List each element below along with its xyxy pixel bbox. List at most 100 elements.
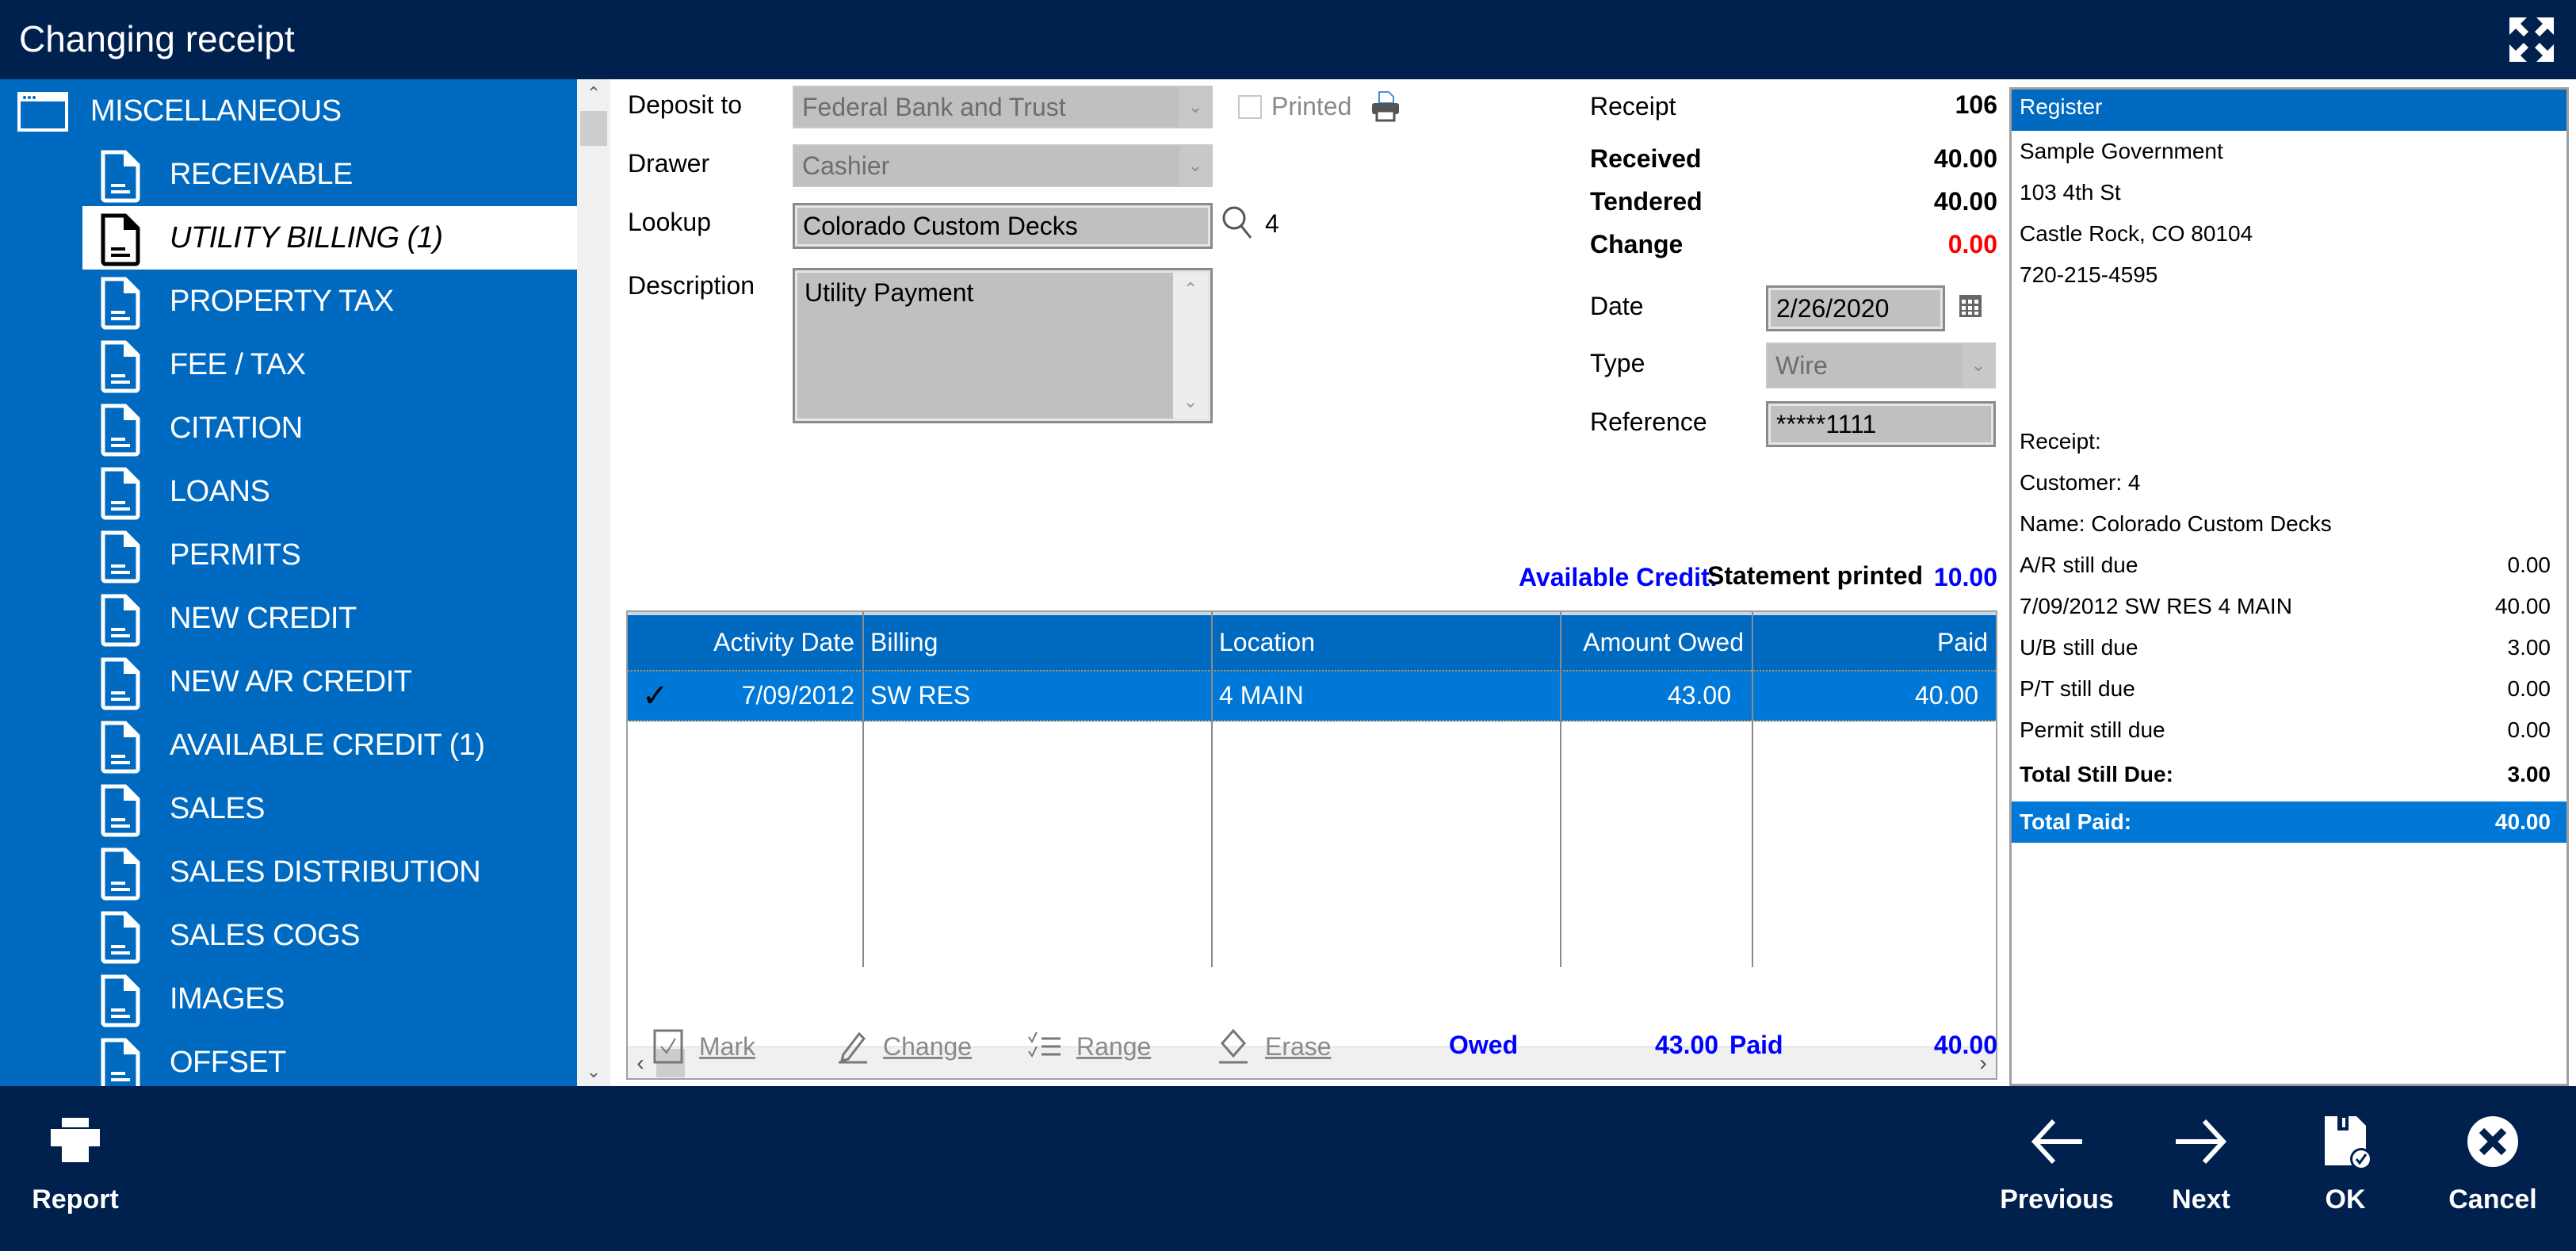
sidebar-item-miscellaneous[interactable]: MISCELLANEOUS	[0, 79, 577, 143]
column-header-activity-date[interactable]: Activity Date	[628, 615, 862, 670]
report-label: Report	[32, 1184, 119, 1215]
document-icon	[98, 403, 143, 457]
reference-input[interactable]: *****1111	[1766, 401, 1996, 447]
search-icon[interactable]	[1221, 205, 1254, 245]
date-value: 2/26/2020	[1776, 293, 1890, 323]
change-label: Change	[883, 1031, 973, 1061]
document-icon	[98, 1037, 143, 1086]
sidebar-item-label: OFFSET	[170, 1045, 286, 1079]
printer-icon[interactable]	[1370, 90, 1401, 126]
sidebar-item-label: FEE / TAX	[170, 347, 306, 381]
tendered-value: 40.00	[1933, 187, 1997, 216]
sidebar-item-sales[interactable]: SALES	[0, 777, 577, 840]
printed-label: Printed	[1271, 92, 1352, 121]
previous-label: Previous	[2000, 1184, 2114, 1215]
owed-label: Owed	[1449, 1031, 1519, 1059]
sidebar-scrollbar[interactable]: ⌃ ⌄	[577, 79, 610, 1086]
printer-icon	[51, 1118, 100, 1162]
ok-button[interactable]: OK	[2302, 1110, 2389, 1237]
paid-value: 40.00	[1933, 1031, 1997, 1059]
scroll-thumb[interactable]	[580, 111, 607, 146]
owed-value: 43.00	[1655, 1031, 1719, 1059]
sidebar-item-receivable[interactable]: RECEIVABLE	[0, 143, 577, 206]
scroll-up-icon[interactable]: ⌃	[1173, 279, 1208, 300]
deposit-to-value: Federal Bank and Trust	[802, 92, 1066, 121]
date-label: Date	[1590, 292, 1644, 320]
printed-checkbox[interactable]	[1238, 95, 1262, 119]
register-receipt-label: Receipt:	[2020, 429, 2101, 453]
table-row[interactable]: ✓ 7/09/2012 SW RES 4 MAIN 43.00 40.00	[628, 670, 1996, 721]
checklist-icon	[1028, 1031, 1061, 1058]
sidebar-item-new-credit[interactable]: NEW CREDIT	[0, 587, 577, 650]
drawer-select[interactable]: Cashier ⌄	[793, 144, 1213, 187]
description-scrollbar[interactable]: ⌃ ⌄	[1173, 273, 1208, 419]
sidebar-item-sales-cogs[interactable]: SALES COGS	[0, 904, 577, 967]
register-org-phone: 720-215-4595	[2020, 262, 2158, 287]
range-label: Range	[1076, 1031, 1152, 1061]
receipt-form: Deposit to Federal Bank and Trust ⌄ Prin…	[610, 79, 2005, 1086]
window-title: Changing receipt	[19, 18, 295, 59]
scroll-up-icon[interactable]: ⌃	[577, 79, 610, 108]
sidebar-item-label: IMAGES	[170, 981, 285, 1016]
checkbox-icon	[653, 1029, 683, 1064]
ok-label: OK	[2325, 1184, 2366, 1215]
column-header-amount-owed[interactable]: Amount Owed	[1560, 615, 1752, 670]
sidebar-item-available-credit-1[interactable]: AVAILABLE CREDIT (1)	[0, 713, 577, 777]
sidebar-item-loans[interactable]: LOANS	[0, 460, 577, 523]
scroll-down-icon[interactable]: ⌄	[1173, 392, 1208, 412]
lookup-input[interactable]: Colorado Custom Decks	[793, 203, 1213, 249]
deposit-to-select[interactable]: Federal Bank and Trust ⌄	[793, 86, 1213, 128]
grid-header: Activity Date Billing Location Amount Ow…	[628, 612, 1996, 670]
cell-activity-date: 7/09/2012	[741, 681, 854, 710]
previous-button[interactable]: Previous	[1997, 1110, 2116, 1237]
sidebar-item-label: PERMITS	[170, 538, 301, 572]
type-value: Wire	[1775, 350, 1828, 380]
type-select[interactable]: Wire ⌄	[1766, 342, 1996, 388]
erase-button[interactable]: Erase	[1216, 1023, 1332, 1070]
sidebar-item-citation[interactable]: CITATION	[0, 396, 577, 460]
date-input[interactable]: 2/26/2020	[1766, 285, 1945, 331]
document-icon	[98, 530, 143, 583]
sidebar-item-utility-billing-1[interactable]: UTILITY BILLING (1)	[82, 206, 577, 270]
range-button[interactable]: Range	[1027, 1023, 1151, 1070]
cancel-button[interactable]: Cancel	[2441, 1110, 2544, 1237]
sidebar-item-property-tax[interactable]: PROPERTY TAX	[0, 270, 577, 333]
sidebar-item-label: LOANS	[170, 474, 270, 508]
mark-button[interactable]: Mark	[653, 1023, 755, 1070]
description-textarea[interactable]: Utility Payment ⌃ ⌄	[793, 268, 1213, 423]
register-total-paid: Total Paid: 40.00	[2012, 801, 2566, 843]
calendar-icon[interactable]	[1958, 290, 1983, 323]
scroll-down-icon[interactable]: ⌄	[577, 1058, 610, 1086]
change-button[interactable]: Change	[837, 1023, 972, 1070]
sidebar-item-sales-distribution[interactable]: SALES DISTRIBUTION	[0, 840, 577, 904]
tendered-label: Tendered	[1590, 187, 1703, 216]
sidebar-item-images[interactable]: IMAGES	[0, 967, 577, 1031]
received-value: 40.00	[1933, 144, 1997, 173]
statement-printed-label: Statement printed	[1707, 561, 1924, 590]
column-divider	[1560, 612, 1561, 967]
register-line: 7/09/2012 SW RES 4 MAIN 40.00	[2020, 594, 2551, 618]
scroll-left-icon[interactable]: ‹	[628, 1047, 653, 1079]
sidebar-item-label: UTILITY BILLING (1)	[170, 220, 443, 254]
column-header-paid[interactable]: Paid	[1752, 615, 1996, 670]
report-button[interactable]: Report	[24, 1110, 127, 1237]
register-line: P/T still due 0.00	[2020, 676, 2551, 701]
register-line: Permit still due 0.00	[2020, 717, 2551, 742]
sidebar-item-offset[interactable]: OFFSET	[0, 1031, 577, 1086]
register-header: Register	[2012, 90, 2566, 131]
next-button[interactable]: Next	[2150, 1110, 2253, 1237]
document-icon	[98, 974, 143, 1027]
available-credit-label: Available Credit:	[1519, 563, 1718, 591]
column-header-location[interactable]: Location	[1211, 615, 1560, 670]
sidebar-item-fee-tax[interactable]: FEE / TAX	[0, 333, 577, 396]
save-check-icon	[2325, 1116, 2372, 1170]
sidebar-item-permits[interactable]: PERMITS	[0, 523, 577, 587]
sidebar-item-new-a-r-credit[interactable]: NEW A/R CREDIT	[0, 650, 577, 713]
column-header-billing[interactable]: Billing	[862, 615, 1211, 670]
document-icon	[98, 656, 143, 710]
expand-arrows-icon[interactable]	[2503, 11, 2560, 68]
sidebar-item-label: NEW A/R CREDIT	[170, 664, 412, 698]
change-label: Change	[1590, 230, 1684, 258]
document-icon	[98, 276, 143, 330]
column-divider	[1752, 612, 1753, 967]
